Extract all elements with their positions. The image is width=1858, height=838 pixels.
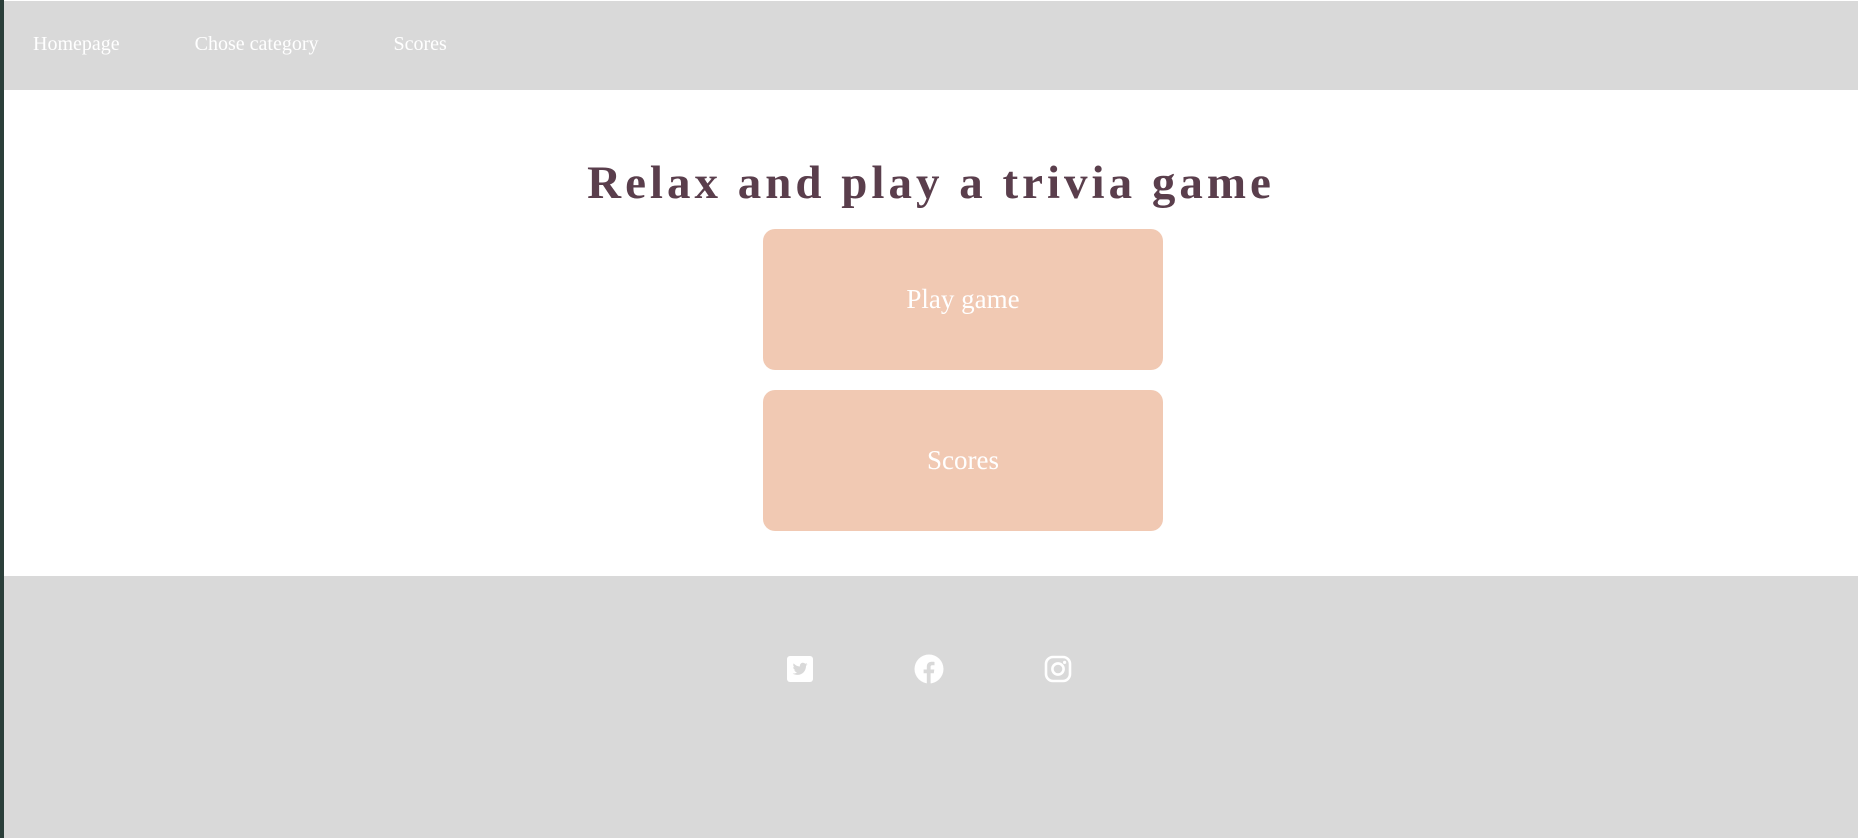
nav-link-chose-category[interactable]: Chose category (195, 33, 319, 56)
top-navbar: Homepage Chose category Scores (4, 1, 1858, 90)
scores-button[interactable]: Scores (763, 390, 1163, 531)
nav-link-scores[interactable]: Scores (394, 33, 447, 56)
nav-link-homepage[interactable]: Homepage (33, 33, 120, 56)
main-section: Relax and play a trivia game Play game S… (4, 90, 1858, 576)
twitter-icon[interactable] (784, 653, 816, 685)
page: Homepage Chose category Scores Relax and… (4, 0, 1858, 838)
play-game-button[interactable]: Play game (763, 229, 1163, 370)
footer (4, 576, 1858, 838)
page-title: Relax and play a trivia game (587, 157, 1275, 209)
instagram-icon[interactable] (1042, 653, 1074, 685)
facebook-icon[interactable] (913, 653, 945, 685)
